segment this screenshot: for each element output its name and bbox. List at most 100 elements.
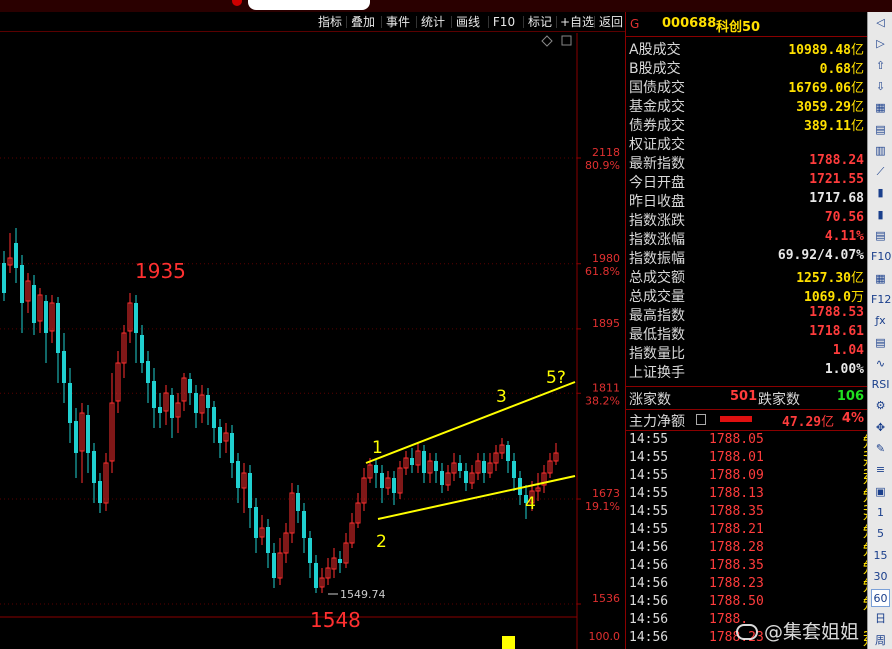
stat-number: 1788.53 xyxy=(809,305,864,320)
candle-body xyxy=(56,303,60,353)
candle-body xyxy=(74,421,78,453)
tool-sidebar: ◁ ▷ ⇧ ⇩ ▦ ▤ ▥ ⟋ ▮ ▮ ▤ F10 ▦ F12 ƒx ▤ ∿ RSI ⚙ ✥ ✎ ≡ ▣ 1 5 15 30 60 日周 xyxy=(867,12,892,649)
toolbar-button-3[interactable]: 统计 xyxy=(419,13,447,31)
stat-label: 指数涨幅 xyxy=(629,232,685,248)
sidebar-button-29[interactable]: 周 xyxy=(871,632,890,649)
candle-body xyxy=(134,303,138,333)
stat-label: 总成交量 xyxy=(629,289,685,305)
sidebar-button-5[interactable]: ▤ xyxy=(871,121,890,139)
pct-tick-label: 100.0 xyxy=(589,630,621,643)
sidebar-button-21[interactable]: ≡ xyxy=(871,461,890,479)
price-tick-label: 1811 xyxy=(592,381,620,394)
main-flow-row: 主力净额 47.29亿 4% xyxy=(626,410,867,430)
candle-body xyxy=(62,351,66,383)
decline-value: 106 xyxy=(836,389,864,404)
sidebar-button-8[interactable]: ▮ xyxy=(871,184,890,202)
sidebar-button-7[interactable]: ⟋ xyxy=(871,163,890,181)
candle-body xyxy=(86,415,90,453)
wave-channel-lower xyxy=(377,475,576,520)
toolbar-button-6[interactable]: 标记 xyxy=(526,13,554,31)
sidebar-button-15[interactable]: ▤ xyxy=(871,334,890,352)
window-tab[interactable] xyxy=(248,0,370,10)
toolbar-button-2[interactable]: 事件 xyxy=(384,13,412,31)
sidebar-button-13[interactable]: F12 xyxy=(871,291,891,309)
window-title-strip xyxy=(0,0,892,12)
toolbar-button-5[interactable]: F10 xyxy=(491,13,517,31)
tick-row: 14:551788.013942万 xyxy=(626,450,892,469)
sidebar-button-3[interactable]: ⇩ xyxy=(871,78,890,96)
stat-unit: 亿 xyxy=(850,81,864,96)
stat-unit: 亿 xyxy=(850,271,864,286)
sidebar-button-22[interactable]: ▣ xyxy=(871,483,890,501)
stat-row: 权证成交 xyxy=(626,133,867,153)
sidebar-button-20[interactable]: ✎ xyxy=(871,440,890,458)
sidebar-button-1[interactable]: ▷ xyxy=(871,35,890,53)
stat-row: 指数量比 1.04 xyxy=(626,342,867,362)
index-code[interactable]: 000688 xyxy=(662,16,716,31)
tick-time: 14:55 xyxy=(629,450,669,465)
stat-number: 1788.24 xyxy=(809,153,864,168)
candle-body xyxy=(518,478,522,495)
low-marker-label: 1549.74 xyxy=(340,588,386,601)
sidebar-button-18[interactable]: ⚙ xyxy=(871,397,890,415)
index-name[interactable]: 科创50 xyxy=(716,16,760,35)
tick-time: 14:55 xyxy=(629,522,669,537)
stat-label: A股成交 xyxy=(629,42,681,58)
stat-value: 1.00% xyxy=(825,362,864,377)
pct-tick-label: 19.1% xyxy=(585,500,620,513)
sidebar-button-25[interactable]: 15 xyxy=(871,547,890,565)
quote-header: G 000688 科创50 xyxy=(626,12,868,37)
toolbar-button-1[interactable]: 叠加 xyxy=(349,13,377,31)
decline-label: 跌家数 xyxy=(758,392,800,408)
sidebar-button-16[interactable]: ∿ xyxy=(871,355,890,373)
sidebar-button-2[interactable]: ⇧ xyxy=(871,57,890,75)
sidebar-button-0[interactable]: ◁ xyxy=(871,14,890,32)
stat-number: 1069.0 xyxy=(804,290,851,305)
kline-chart[interactable]: 1549.74 1935 1548 1 2 3 4 5? 211880.9% 198061.8%… xyxy=(0,33,625,649)
advance-value: 501 xyxy=(730,389,758,404)
wave-channel-upper xyxy=(365,381,576,464)
toolbar-button-8[interactable]: 返回 xyxy=(597,13,625,31)
candle-body xyxy=(506,445,510,461)
tick-price: 1788.50 xyxy=(709,594,764,609)
watermark: @集套姐姐 xyxy=(736,617,859,644)
sidebar-button-11[interactable]: F10 xyxy=(871,248,891,266)
sidebar-button-19[interactable]: ✥ xyxy=(871,419,890,437)
price-tick-label: 2118 xyxy=(592,146,620,159)
candle-body xyxy=(2,263,6,293)
stat-label: 指数涨跌 xyxy=(629,213,685,229)
toolbar-button-7[interactable]: +自选 xyxy=(559,13,595,31)
sidebar-button-4[interactable]: ▦ xyxy=(871,99,890,117)
sidebar-button-23[interactable]: 1 xyxy=(871,504,890,522)
candle-body xyxy=(482,461,486,473)
stat-label: 上证换手 xyxy=(629,365,685,381)
candle-body xyxy=(374,465,378,473)
stat-row: 最新指数 1788.24 xyxy=(626,152,867,172)
tick-time: 14:56 xyxy=(629,558,669,573)
sidebar-button-28[interactable]: 日 xyxy=(871,610,890,628)
sidebar-button-27[interactable]: 60 xyxy=(871,589,890,608)
sidebar-button-14[interactable]: ƒx xyxy=(871,312,890,330)
sidebar-button-12[interactable]: ▦ xyxy=(871,270,890,288)
toolbar-button-4[interactable]: 画线 xyxy=(454,13,482,31)
sidebar-button-24[interactable]: 5 xyxy=(871,525,890,543)
stat-number: 3059.29 xyxy=(796,100,851,115)
tick-row: 14:561788.284629万 xyxy=(626,540,892,559)
candle-body xyxy=(194,393,198,413)
tick-row: 14:561788.354439万 xyxy=(626,558,892,577)
tick-time: 14:56 xyxy=(629,576,669,591)
sidebar-button-9[interactable]: ▮ xyxy=(871,206,890,224)
stat-number: 1718.61 xyxy=(809,324,864,339)
tick-row: 14:551788.353840万 xyxy=(626,504,892,523)
sidebar-button-17[interactable]: RSI xyxy=(871,376,890,394)
price-tick-label: 1536 xyxy=(592,592,620,605)
sidebar-button-10[interactable]: ▤ xyxy=(871,227,890,245)
table-icon[interactable] xyxy=(696,414,706,425)
stat-label: 昨日收盘 xyxy=(629,194,685,210)
toolbar-button-0[interactable]: 指标 xyxy=(316,13,344,31)
stat-value: 1718.61 xyxy=(809,324,864,339)
sidebar-button-6[interactable]: ▥ xyxy=(871,142,890,160)
watermark-text: @集套姐姐 xyxy=(764,621,860,643)
sidebar-button-26[interactable]: 30 xyxy=(871,568,890,586)
tick-row: 14:561788.504661万 xyxy=(626,594,892,613)
